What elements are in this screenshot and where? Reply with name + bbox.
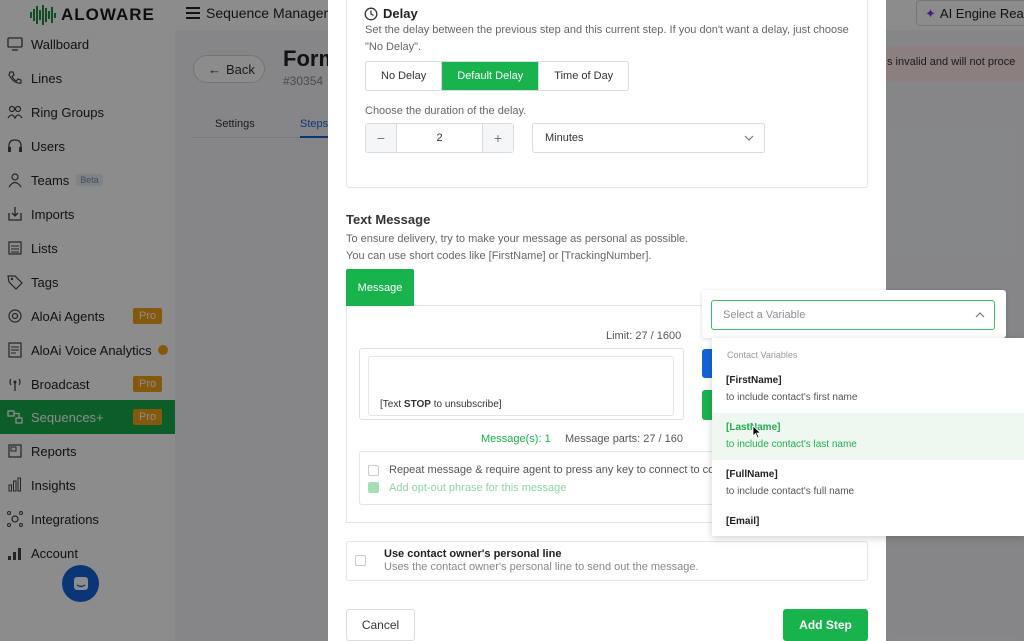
delay-help-line2: "No Delay". <box>365 41 422 53</box>
variable-option-desc: to include contact's last name <box>726 439 857 450</box>
text-message-help-line2: You can use short codes like [FirstName]… <box>346 250 652 262</box>
stop-suffix: to unsubscribe] <box>430 399 502 410</box>
delay-help-line1: Set the delay between the previous step … <box>365 24 849 36</box>
duration-unit-value: Minutes <box>545 132 584 144</box>
duration-unit-select[interactable]: Minutes <box>532 123 765 153</box>
variable-option-name: [FullName] <box>726 469 778 480</box>
variable-option-fullname[interactable]: [FullName] to include contact's full nam… <box>712 460 1024 507</box>
message-parts: Message parts: 27 / 160 <box>565 433 684 445</box>
variable-select-placeholder: Select a Variable <box>723 309 806 321</box>
variable-select[interactable]: Select a Variable <box>711 300 995 330</box>
default-delay-option[interactable]: Default Delay <box>442 62 540 90</box>
time-of-day-option[interactable]: Time of Day <box>539 62 628 90</box>
character-limit: Limit: 27 / 1600 <box>606 330 682 342</box>
text-message-title: Text Message <box>346 212 431 227</box>
duration-input[interactable]: 2 <box>396 124 483 152</box>
clock-icon <box>364 7 378 20</box>
delay-heading: Delay <box>364 6 418 21</box>
add-step-button[interactable]: Add Step <box>783 609 868 641</box>
decrement-button[interactable]: − <box>366 124 396 152</box>
variable-option-desc: to include contact's first name <box>726 392 858 403</box>
mouse-cursor-icon <box>752 425 762 439</box>
owner-line-title: Use contact owner's personal line <box>384 548 562 560</box>
opt-out-text: [Text STOP to unsubscribe] <box>380 399 502 410</box>
cancel-button[interactable]: Cancel <box>346 609 415 641</box>
variable-option-email[interactable]: [Email] <box>712 507 1024 536</box>
variable-option-firstname[interactable]: [FirstName] to include contact's first n… <box>712 366 1024 413</box>
delay-type-selector: No Delay Default Delay Time of Day <box>365 61 630 91</box>
duration-label: Choose the duration of the delay. <box>365 105 527 117</box>
chevron-up-icon <box>975 312 985 318</box>
owner-line-checkbox[interactable] <box>355 555 366 566</box>
variable-option-name: [Email] <box>726 516 760 527</box>
repeat-message-label: Repeat message & require agent to press … <box>389 464 724 476</box>
variable-option-name: [FirstName] <box>726 375 782 386</box>
owner-line-description: Uses the contact owner's personal line t… <box>384 561 699 573</box>
variable-option-desc: to include contact's full name <box>726 486 855 497</box>
repeat-message-checkbox[interactable] <box>368 465 379 476</box>
chevron-down-icon <box>744 135 754 141</box>
tab-message[interactable]: Message <box>346 269 414 306</box>
variable-group-label: Contact Variables <box>727 350 798 360</box>
message-count: Message(s): 1 <box>481 433 551 445</box>
stop-word: STOP <box>403 399 431 410</box>
increment-button[interactable]: + <box>483 124 513 152</box>
delay-heading-text: Delay <box>383 6 418 21</box>
opt-out-checkbox[interactable] <box>368 482 379 493</box>
stop-prefix: [Text <box>380 399 404 410</box>
no-delay-option[interactable]: No Delay <box>366 62 443 90</box>
duration-stepper: − 2 + <box>365 123 514 153</box>
text-message-help-line1: To ensure delivery, try to make your mes… <box>346 233 689 245</box>
opt-out-label: Add opt-out phrase for this message <box>389 482 567 494</box>
